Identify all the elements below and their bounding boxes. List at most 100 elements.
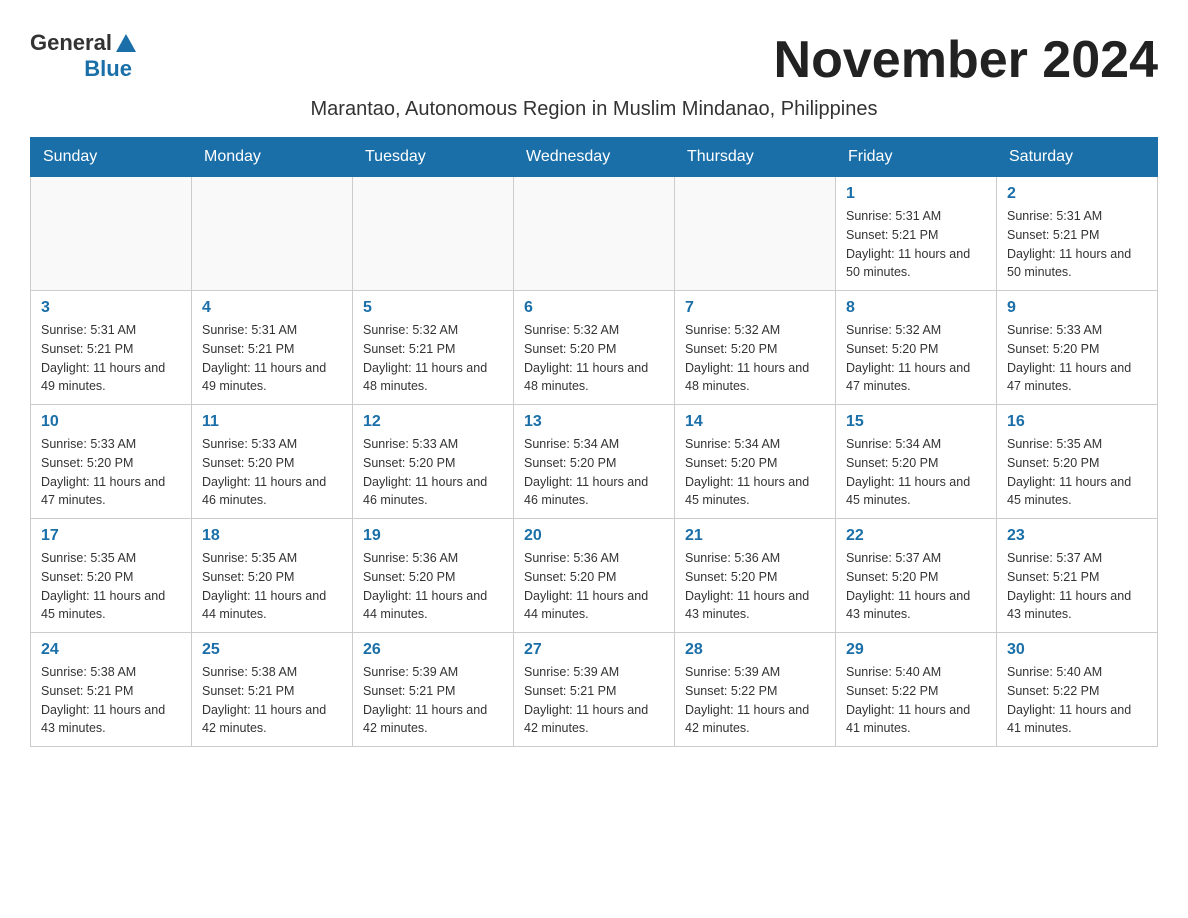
- day-info: Sunrise: 5:40 AMSunset: 5:22 PMDaylight:…: [846, 663, 986, 738]
- day-info: Sunrise: 5:34 AMSunset: 5:20 PMDaylight:…: [524, 435, 664, 510]
- day-number: 7: [685, 299, 825, 317]
- day-number: 17: [41, 527, 181, 545]
- day-number: 27: [524, 641, 664, 659]
- calendar-cell-w3-d5: 15 Sunrise: 5:34 AMSunset: 5:20 PMDayligh…: [836, 405, 997, 519]
- day-number: 18: [202, 527, 342, 545]
- day-info: Sunrise: 5:39 AMSunset: 5:21 PMDaylight:…: [363, 663, 503, 738]
- day-number: 4: [202, 299, 342, 317]
- day-number: 8: [846, 299, 986, 317]
- calendar-cell-w3-d6: 16 Sunrise: 5:35 AMSunset: 5:20 PMDayligh…: [997, 405, 1158, 519]
- day-info: Sunrise: 5:35 AMSunset: 5:20 PMDaylight:…: [1007, 435, 1147, 510]
- day-number: 16: [1007, 413, 1147, 431]
- calendar-cell-w1-d0: [31, 177, 192, 291]
- day-info: Sunrise: 5:34 AMSunset: 5:20 PMDaylight:…: [846, 435, 986, 510]
- day-info: Sunrise: 5:33 AMSunset: 5:20 PMDaylight:…: [363, 435, 503, 510]
- day-info: Sunrise: 5:39 AMSunset: 5:21 PMDaylight:…: [524, 663, 664, 738]
- calendar-cell-w3-d3: 13 Sunrise: 5:34 AMSunset: 5:20 PMDayligh…: [514, 405, 675, 519]
- day-info: Sunrise: 5:38 AMSunset: 5:21 PMDaylight:…: [202, 663, 342, 738]
- day-number: 26: [363, 641, 503, 659]
- calendar-cell-w1-d2: [353, 177, 514, 291]
- day-info: Sunrise: 5:33 AMSunset: 5:20 PMDaylight:…: [1007, 321, 1147, 396]
- day-info: Sunrise: 5:31 AMSunset: 5:21 PMDaylight:…: [846, 207, 986, 282]
- day-number: 28: [685, 641, 825, 659]
- col-wednesday: Wednesday: [514, 138, 675, 177]
- calendar-cell-w5-d4: 28Sunrise: 5:39 AMSunset: 5:22 PMDayligh…: [675, 633, 836, 747]
- calendar-cell-w5-d6: 30 Sunrise: 5:40 AMSunset: 5:22 PMDayligh…: [997, 633, 1158, 747]
- calendar-cell-w1-d1: [192, 177, 353, 291]
- col-tuesday: Tuesday: [353, 138, 514, 177]
- col-sunday: Sunday: [31, 138, 192, 177]
- calendar-cell-w2-d1: 4 Sunrise: 5:31 AMSunset: 5:21 PMDaylight…: [192, 291, 353, 405]
- calendar-cell-w1-d4: [675, 177, 836, 291]
- week-row-1: 1 Sunrise: 5:31 AMSunset: 5:21 PMDaylight…: [31, 177, 1158, 291]
- calendar-table: Sunday Monday Tuesday Wednesday Thursday…: [30, 137, 1158, 747]
- day-number: 23: [1007, 527, 1147, 545]
- day-number: 1: [846, 185, 986, 203]
- day-number: 2: [1007, 185, 1147, 203]
- calendar-cell-w4-d4: 21Sunrise: 5:36 AMSunset: 5:20 PMDayligh…: [675, 519, 836, 633]
- day-info: Sunrise: 5:32 AMSunset: 5:20 PMDaylight:…: [685, 321, 825, 396]
- col-friday: Friday: [836, 138, 997, 177]
- day-number: 19: [363, 527, 503, 545]
- calendar-cell-w2-d0: 3 Sunrise: 5:31 AMSunset: 5:21 PMDaylight…: [31, 291, 192, 405]
- calendar-cell-w5-d2: 26 Sunrise: 5:39 AMSunset: 5:21 PMDayligh…: [353, 633, 514, 747]
- day-number: 10: [41, 413, 181, 431]
- day-number: 15: [846, 413, 986, 431]
- day-number: 11: [202, 413, 342, 431]
- day-info: Sunrise: 5:40 AMSunset: 5:22 PMDaylight:…: [1007, 663, 1147, 738]
- day-info: Sunrise: 5:31 AMSunset: 5:21 PMDaylight:…: [41, 321, 181, 396]
- day-info: Sunrise: 5:31 AMSunset: 5:21 PMDaylight:…: [1007, 207, 1147, 282]
- calendar-cell-w4-d3: 20 Sunrise: 5:36 AMSunset: 5:20 PMDayligh…: [514, 519, 675, 633]
- calendar-cell-w2-d5: 8Sunrise: 5:32 AMSunset: 5:20 PMDaylight…: [836, 291, 997, 405]
- calendar-cell-w5-d0: 24Sunrise: 5:38 AMSunset: 5:21 PMDayligh…: [31, 633, 192, 747]
- calendar-cell-w1-d3: [514, 177, 675, 291]
- day-info: Sunrise: 5:33 AMSunset: 5:20 PMDaylight:…: [41, 435, 181, 510]
- day-number: 14: [685, 413, 825, 431]
- day-number: 30: [1007, 641, 1147, 659]
- day-number: 6: [524, 299, 664, 317]
- col-saturday: Saturday: [997, 138, 1158, 177]
- calendar-cell-w4-d1: 18 Sunrise: 5:35 AMSunset: 5:20 PMDayligh…: [192, 519, 353, 633]
- calendar-header-row: Sunday Monday Tuesday Wednesday Thursday…: [31, 138, 1158, 177]
- calendar-cell-w3-d1: 11Sunrise: 5:33 AMSunset: 5:20 PMDayligh…: [192, 405, 353, 519]
- calendar-cell-w3-d4: 14 Sunrise: 5:34 AMSunset: 5:20 PMDayligh…: [675, 405, 836, 519]
- day-info: Sunrise: 5:38 AMSunset: 5:21 PMDaylight:…: [41, 663, 181, 738]
- calendar-cell-w2-d3: 6 Sunrise: 5:32 AMSunset: 5:20 PMDaylight…: [514, 291, 675, 405]
- col-thursday: Thursday: [675, 138, 836, 177]
- day-info: Sunrise: 5:31 AMSunset: 5:21 PMDaylight:…: [202, 321, 342, 396]
- logo-text-blue: Blue: [84, 56, 132, 82]
- logo-text-general: General: [30, 30, 112, 56]
- day-info: Sunrise: 5:34 AMSunset: 5:20 PMDaylight:…: [685, 435, 825, 510]
- calendar-cell-w2-d2: 5Sunrise: 5:32 AMSunset: 5:21 PMDaylight…: [353, 291, 514, 405]
- col-monday: Monday: [192, 138, 353, 177]
- day-info: Sunrise: 5:36 AMSunset: 5:20 PMDaylight:…: [685, 549, 825, 624]
- calendar-cell-w2-d6: 9Sunrise: 5:33 AMSunset: 5:20 PMDaylight…: [997, 291, 1158, 405]
- week-row-3: 10 Sunrise: 5:33 AMSunset: 5:20 PMDayligh…: [31, 405, 1158, 519]
- day-info: Sunrise: 5:35 AMSunset: 5:20 PMDaylight:…: [41, 549, 181, 624]
- calendar-cell-w4-d6: 23 Sunrise: 5:37 AMSunset: 5:21 PMDayligh…: [997, 519, 1158, 633]
- day-info: Sunrise: 5:32 AMSunset: 5:20 PMDaylight:…: [524, 321, 664, 396]
- day-info: Sunrise: 5:37 AMSunset: 5:21 PMDaylight:…: [1007, 549, 1147, 624]
- page-header: General Blue November 2024: [30, 30, 1158, 90]
- day-info: Sunrise: 5:35 AMSunset: 5:20 PMDaylight:…: [202, 549, 342, 624]
- calendar-cell-w4-d2: 19Sunrise: 5:36 AMSunset: 5:20 PMDayligh…: [353, 519, 514, 633]
- day-number: 25: [202, 641, 342, 659]
- day-info: Sunrise: 5:32 AMSunset: 5:21 PMDaylight:…: [363, 321, 503, 396]
- day-number: 20: [524, 527, 664, 545]
- day-info: Sunrise: 5:37 AMSunset: 5:20 PMDaylight:…: [846, 549, 986, 624]
- calendar-cell-w5-d1: 25 Sunrise: 5:38 AMSunset: 5:21 PMDayligh…: [192, 633, 353, 747]
- calendar-cell-w2-d4: 7 Sunrise: 5:32 AMSunset: 5:20 PMDaylight…: [675, 291, 836, 405]
- day-info: Sunrise: 5:36 AMSunset: 5:20 PMDaylight:…: [524, 549, 664, 624]
- week-row-5: 24Sunrise: 5:38 AMSunset: 5:21 PMDayligh…: [31, 633, 1158, 747]
- subtitle: Marantao, Autonomous Region in Muslim Mi…: [30, 98, 1158, 121]
- day-number: 29: [846, 641, 986, 659]
- calendar-cell-w5-d3: 27 Sunrise: 5:39 AMSunset: 5:21 PMDayligh…: [514, 633, 675, 747]
- page-title: November 2024: [774, 30, 1158, 90]
- day-number: 3: [41, 299, 181, 317]
- day-number: 12: [363, 413, 503, 431]
- calendar-cell-w3-d2: 12 Sunrise: 5:33 AMSunset: 5:20 PMDayligh…: [353, 405, 514, 519]
- calendar-cell-w4-d5: 22Sunrise: 5:37 AMSunset: 5:20 PMDayligh…: [836, 519, 997, 633]
- day-number: 13: [524, 413, 664, 431]
- logo-icon: General Blue: [30, 30, 136, 82]
- logo-triangle-top: [116, 34, 136, 52]
